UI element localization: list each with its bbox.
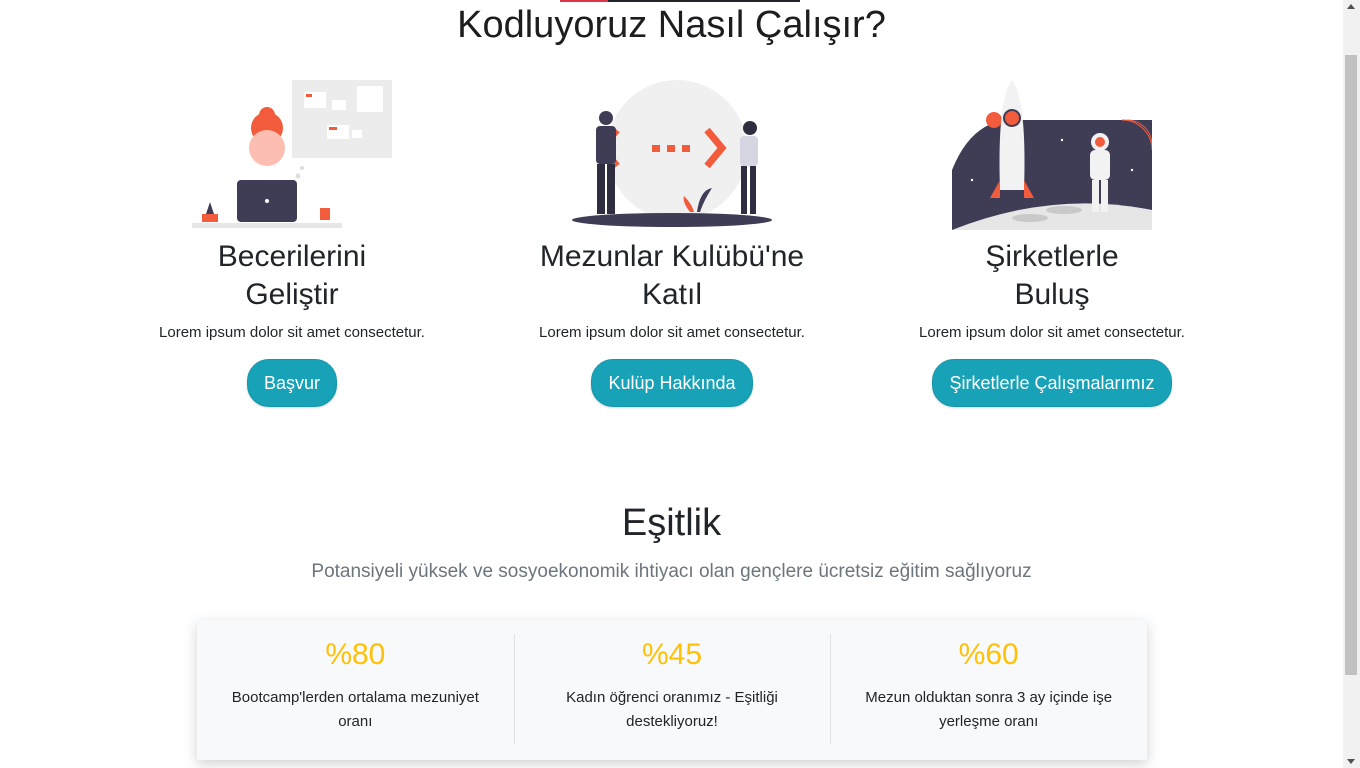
feature-text: Lorem ipsum dolor sit amet consectetur. (919, 324, 1185, 341)
scroll-up-icon[interactable] (1347, 4, 1355, 9)
about-club-button[interactable]: Kulüp Hakkında (591, 359, 753, 407)
stat-value: %45 (641, 638, 703, 671)
scrollbar-thumb[interactable] (1345, 55, 1357, 675)
feature-companies: Şirketlerle Buluş Lorem ipsum dolor sit … (882, 80, 1222, 407)
feature-alumni: Mezunlar Kulübü'ne Katıl Lorem ipsum dol… (502, 80, 842, 407)
stat-label: Kadın öğrenci oranımız - Eşitliği destek… (566, 689, 778, 730)
developer-illustration-icon (192, 80, 392, 228)
equality-title: Eşitlik (621, 502, 722, 544)
stat-label: Bootcamp'lerden ortalama mezuniyet oranı (231, 689, 479, 730)
stat-value: %80 (325, 638, 386, 671)
feature-text: Lorem ipsum dolor sit amet consectetur. (159, 324, 425, 341)
stat-graduation: %80 Bootcamp'lerden ortalama mezuniyet o… (197, 620, 514, 760)
stat-women: %45 Kadın öğrenci oranımız - Eşitliği de… (513, 620, 831, 760)
feature-title-line2: Buluş (1014, 278, 1090, 311)
how-it-works-title: Kodluyoruz Nasıl Çalışır? (457, 4, 886, 46)
feature-skills: Becerilerini Geliştir Lorem ipsum dolor … (122, 80, 462, 407)
page-scrollbar[interactable] (1343, 0, 1360, 768)
scroll-down-icon[interactable] (1347, 759, 1355, 764)
page: Kodluyoruz Nasıl Çalışır? Becerilerini G… (0, 0, 1343, 768)
feature-title-line1: Şirketlerle (985, 240, 1119, 273)
stat-label: Mezun olduktan sonra 3 ay içinde işe yer… (865, 689, 1113, 730)
stats-card: %80 Bootcamp'lerden ortalama mezuniyet o… (197, 620, 1147, 760)
feature-title-line2: Geliştir (245, 278, 339, 311)
collaboration-illustration-icon (572, 80, 772, 227)
stat-employment: %60 Mezun olduktan sonra 3 ay içinde işe… (830, 620, 1147, 760)
feature-title-line1: Mezunlar Kulübü'ne (539, 240, 805, 273)
rocket-astronaut-illustration-icon (952, 80, 1152, 230)
feature-title-line2: Katıl (641, 278, 703, 311)
apply-button[interactable]: Başvur (246, 359, 338, 407)
company-work-button[interactable]: Şirketlerle Çalışmalarımız (932, 359, 1172, 407)
equality-lead: Potansiyeli yüksek ve sosyoekonomik ihti… (311, 561, 1032, 582)
stat-value: %60 (958, 638, 1019, 671)
feature-text: Lorem ipsum dolor sit amet consectetur. (539, 324, 805, 341)
feature-title-line1: Becerilerini (217, 240, 367, 273)
top-divider-accent (560, 0, 608, 2)
